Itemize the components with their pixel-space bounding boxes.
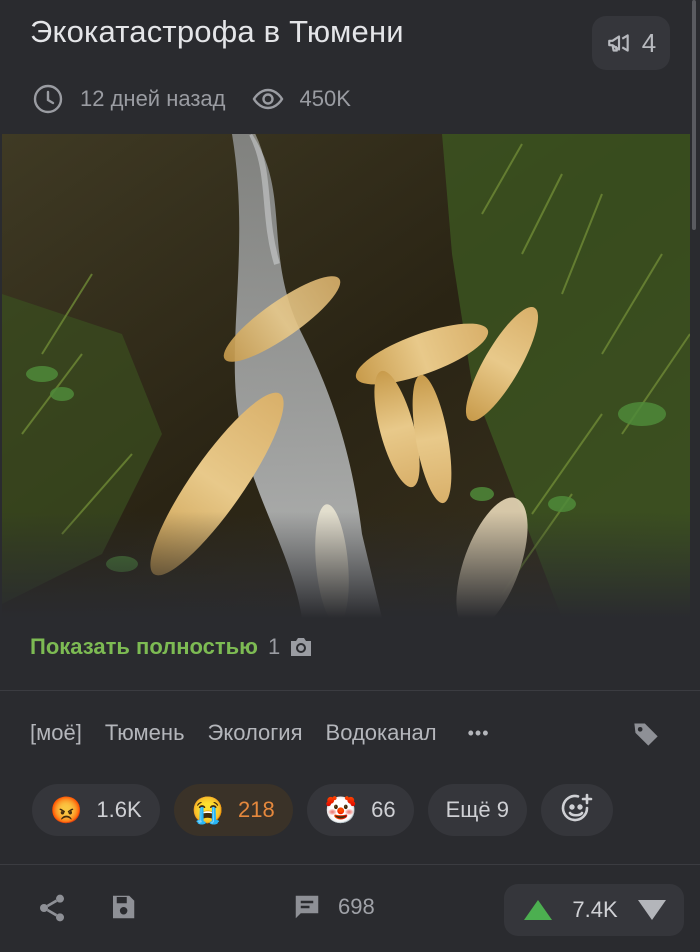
reaction-count: 1.6K <box>96 797 142 822</box>
angry-face-icon: 😡 <box>50 795 83 825</box>
tag-icon[interactable] <box>632 720 660 753</box>
megaphone-count: 4 <box>641 27 657 58</box>
post-photo[interactable] <box>2 134 690 618</box>
post-views: 450K <box>299 86 351 111</box>
post-meta: 12 дней назад 450K <box>32 84 351 114</box>
show-full-row: Показать полностью 1 <box>30 634 314 660</box>
scrollbar[interactable] <box>692 0 696 230</box>
tag[interactable]: Экология <box>208 720 303 746</box>
photo-count: 1 <box>267 634 281 659</box>
tag[interactable]: Водоканал <box>326 720 437 746</box>
reaction-count: 218 <box>238 797 275 822</box>
more-tags-button[interactable]: ••• <box>468 723 490 744</box>
megaphone-icon <box>606 30 632 56</box>
show-full-link[interactable]: Показать полностью <box>30 634 258 660</box>
reaction-clown[interactable]: 🤡 66 <box>306 784 414 836</box>
comment-icon <box>292 892 322 922</box>
add-reaction-button[interactable] <box>540 784 613 836</box>
megaphone-button[interactable]: 4 <box>592 16 670 70</box>
reaction-angry[interactable]: 😡 1.6K <box>32 784 160 836</box>
tag-list: [моё] Тюмень Экология Водоканал ••• <box>30 720 513 746</box>
share-icon[interactable] <box>36 892 68 924</box>
reaction-crying[interactable]: 😭 218 <box>173 784 293 836</box>
post-time: 12 дней назад <box>80 86 226 111</box>
comment-count: 698 <box>338 894 375 919</box>
rating-widget: 7.4K <box>504 884 684 936</box>
add-reaction-icon <box>559 792 595 828</box>
more-reactions-button[interactable]: Ещё 9 <box>427 784 527 836</box>
tag[interactable]: [моё] <box>30 720 82 746</box>
clock-icon <box>32 83 64 115</box>
rating-value: 7.4K <box>572 897 618 922</box>
post-card: Экокатастрофа в Тюмени 4 12 дней назад 4… <box>0 0 700 952</box>
divider <box>0 864 700 865</box>
reaction-count: 66 <box>371 797 396 822</box>
downvote-icon[interactable] <box>636 898 668 922</box>
clown-face-icon: 🤡 <box>324 795 358 825</box>
post-title[interactable]: Экокатастрофа в Тюмени <box>30 14 404 50</box>
comments-button[interactable]: 698 <box>292 892 375 922</box>
save-icon[interactable] <box>108 892 138 922</box>
reactions-bar: 😡 1.6K 😭 218 🤡 66 Ещё 9 <box>32 784 613 836</box>
tag[interactable]: Тюмень <box>105 720 185 746</box>
camera-icon <box>288 635 314 659</box>
crying-face-icon: 😭 <box>191 795 225 825</box>
divider <box>0 690 700 691</box>
upvote-icon[interactable] <box>522 898 554 922</box>
eye-icon <box>252 83 284 115</box>
